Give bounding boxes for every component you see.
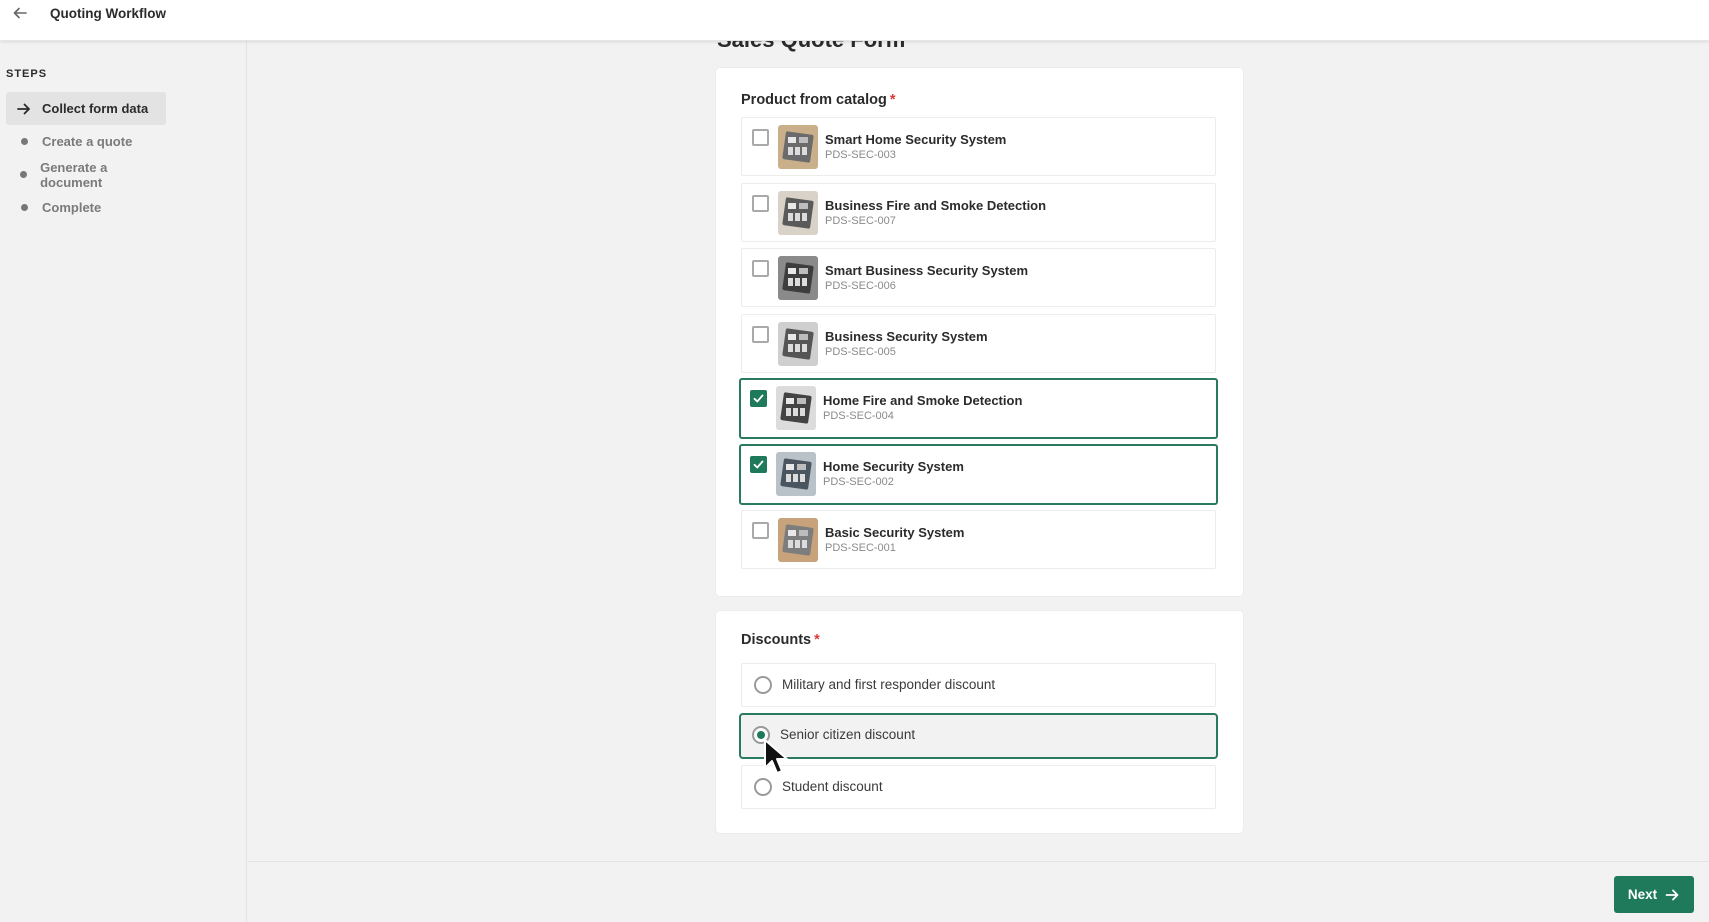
required-marker: * [889,92,896,108]
product-thumbnail [778,518,818,562]
next-button[interactable]: Next [1614,876,1694,913]
step-label: Create a quote [42,134,133,149]
product-code: PDS-SEC-004 [823,410,894,422]
back-button[interactable] [12,5,32,25]
product-checkbox[interactable] [752,522,769,539]
product-option[interactable]: Basic Security System PDS-SEC-001 [741,510,1216,569]
product-option[interactable]: Business Security System PDS-SEC-005 [741,313,1216,373]
product-checkbox[interactable] [752,194,769,212]
product-thumbnail [778,321,818,366]
product-checkbox[interactable] [750,455,767,473]
product-code: PDS-SEC-001 [825,542,896,554]
discount-radio[interactable] [754,676,772,694]
required-marker: * [814,632,820,648]
product-name: Business Fire and Smoke Detection [825,197,1047,213]
product-option[interactable]: Smart Home Security System PDS-SEC-003 [741,117,1216,176]
workflow-title: Quoting Workflow [50,6,166,21]
arrow-left-icon [13,7,27,19]
discounts-card: Discounts * Military and first responder … [716,611,1243,833]
product-name: Basic Security System [825,525,965,540]
product-option[interactable]: Home Fire and Smoke Detection PDS-SEC-004 [739,378,1218,439]
discount-option[interactable]: Military and first responder discount [741,663,1216,707]
product-code: PDS-SEC-007 [825,214,896,227]
product-option[interactable]: Business Fire and Smoke Detection PDS-SEC… [741,182,1216,242]
arrow-right-icon [6,102,42,116]
step-create-quote[interactable]: Create a quote [6,125,166,158]
step-label: Generate a document [40,159,108,190]
bullet-dot-icon [6,171,40,178]
product-thumbnail [778,125,818,169]
discounts-field-label: Discounts * [741,632,820,648]
product-code: PDS-SEC-006 [825,280,896,292]
product-option[interactable]: Smart Business Security System PDS-SEC-00… [741,248,1216,307]
product-name: Home Fire and Smoke Detection [823,393,1023,408]
footer-divider [248,861,1709,862]
main-content: Sales Quote Form Product from catalog* S… [248,27,1709,922]
step-label: Collect form data [42,101,149,116]
product-option[interactable]: Home Security System PDS-SEC-002 [739,443,1218,505]
step-complete[interactable]: Complete [6,191,166,224]
product-thumbnail [776,386,816,430]
bullet-dot-icon [6,138,42,145]
product-thumbnail [776,451,816,496]
checkmark-icon [753,460,764,468]
step-collect-form-data[interactable]: Collect form data [6,92,166,125]
product-checkbox[interactable] [752,260,769,277]
product-code: PDS-SEC-005 [825,345,896,358]
discount-option[interactable]: Senior citizen discount [739,713,1218,759]
checkmark-icon [753,394,764,403]
top-header: Quoting Workflow [0,0,1709,41]
discount-option[interactable]: Student discount [741,765,1216,809]
product-field-label: Product from catalog * [741,92,896,108]
step-label: Complete [42,200,102,215]
product-name: Smart Business Security System [825,263,1029,278]
product-checkbox[interactable] [752,325,769,343]
product-name: Smart Home Security System [825,132,1007,147]
product-catalog-card: Product from catalog * Smart Home Securit… [716,68,1243,596]
step-generate-document[interactable]: Generate a document [6,158,166,191]
product-checkbox[interactable] [752,129,769,146]
discount-radio[interactable] [754,778,772,796]
discount-label: Military and first responder discount [782,677,996,692]
product-thumbnail [778,190,818,235]
discount-radio[interactable] [752,726,770,744]
discount-label: Senior citizen discount [780,727,916,742]
product-code: PDS-SEC-003 [825,149,896,161]
bullet-dot-icon [6,204,42,211]
steps-sidebar: STEPS Collect form data Create a quote G… [0,41,247,922]
product-code: PDS-SEC-002 [823,475,894,488]
discount-label: Student discount [782,779,883,794]
product-name: Home Security System [823,458,964,474]
product-checkbox[interactable] [750,390,767,407]
product-name: Business Security System [825,328,988,344]
arrow-right-icon [1665,889,1679,900]
steps-heading: STEPS [6,68,48,80]
product-thumbnail [778,256,818,300]
